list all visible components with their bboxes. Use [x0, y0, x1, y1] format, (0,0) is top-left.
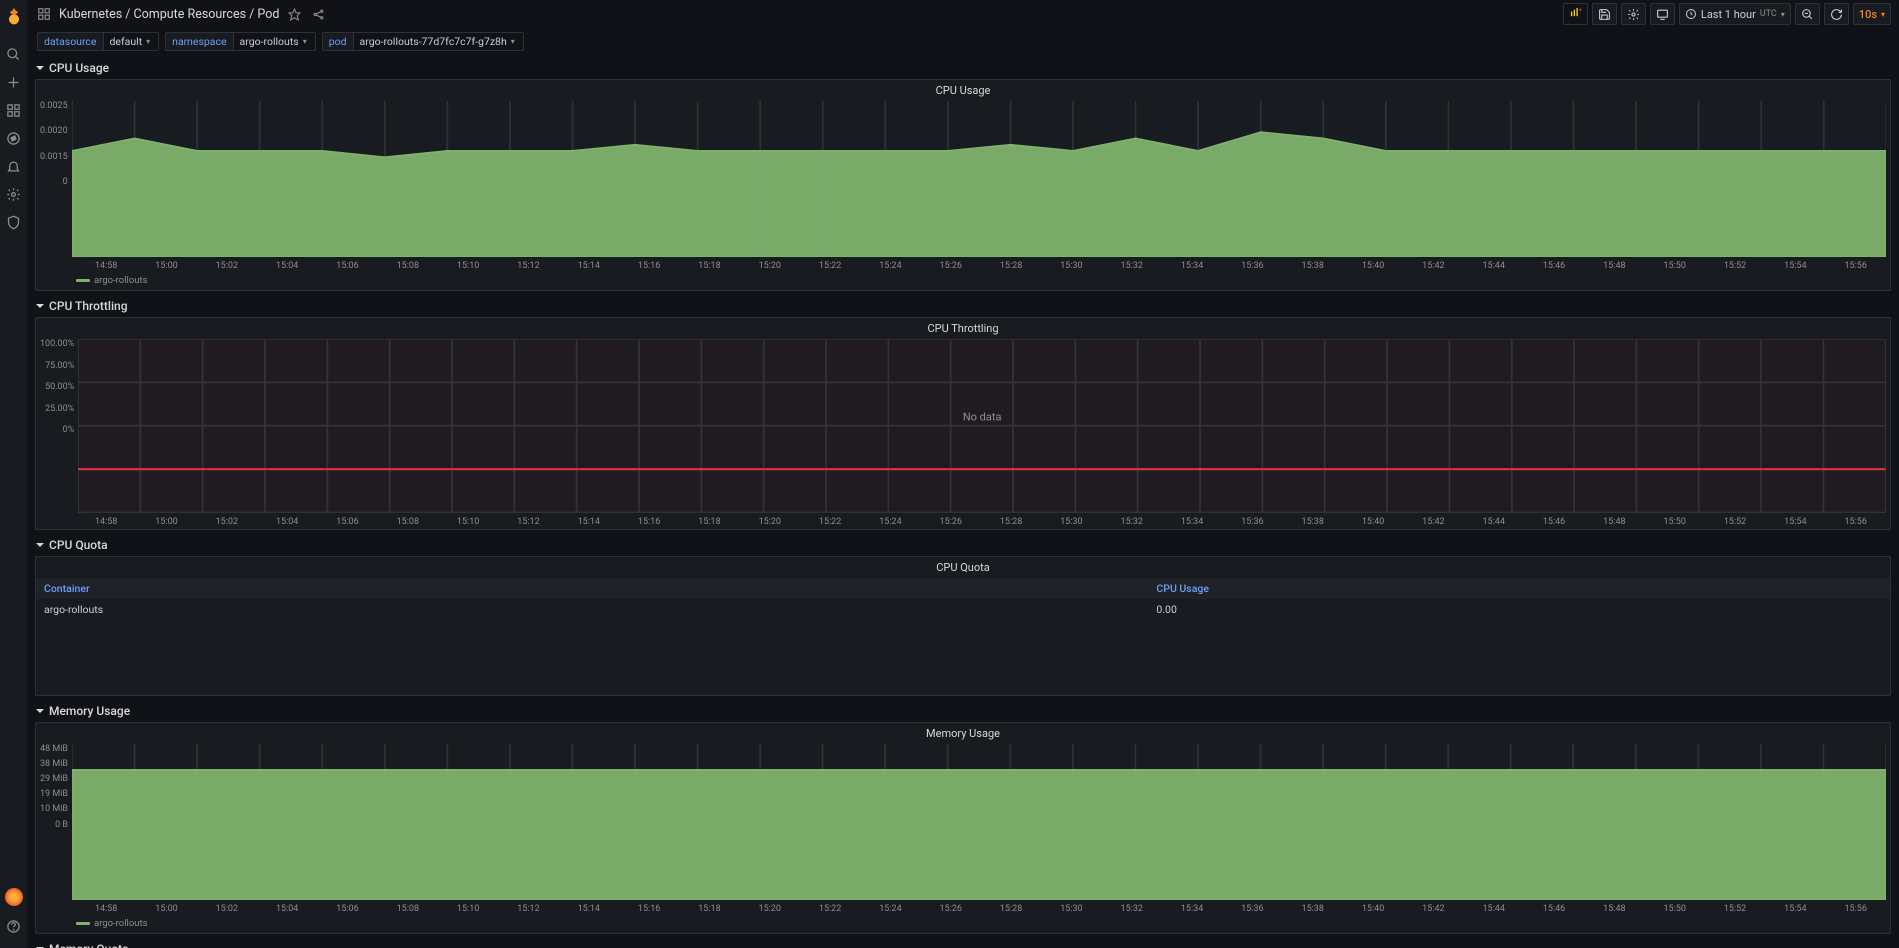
template-variables: datasource default▾ namespace argo-rollo… — [27, 28, 1899, 55]
panel-cpu-quota[interactable]: CPU Quota Container CPU Usage argo-rollo… — [35, 556, 1891, 696]
var-pod-label: pod — [322, 32, 353, 51]
legend: argo-rollouts — [36, 916, 1890, 933]
tz-label: UTC — [1760, 9, 1777, 19]
topbar: Kubernetes / Compute Resources / Pod + L… — [27, 0, 1899, 28]
y-axis: 100.00% 75.00% 50.00% 25.00% 0% — [40, 339, 78, 435]
svg-text:+: + — [1579, 8, 1582, 14]
settings-button[interactable] — [1621, 3, 1646, 25]
td-cpu-usage: 0.00 — [1148, 599, 1890, 620]
plot-area[interactable]: No data — [78, 339, 1886, 513]
var-pod-value[interactable]: argo-rollouts-77d7fc7c7f-g7z8h▾ — [353, 32, 524, 51]
var-namespace-value[interactable]: argo-rollouts▾ — [233, 32, 316, 51]
breadcrumb[interactable]: Kubernetes / Compute Resources / Pod — [59, 7, 279, 22]
plot-area[interactable] — [72, 101, 1886, 257]
time-picker[interactable]: Last 1 hour UTC ▾ — [1679, 3, 1791, 25]
var-namespace-label: namespace — [165, 32, 232, 51]
legend-swatch — [76, 922, 90, 925]
plot-area[interactable] — [72, 744, 1886, 900]
grafana-logo[interactable] — [4, 6, 24, 26]
tv-mode-button[interactable] — [1650, 3, 1675, 25]
zoom-out-button[interactable] — [1795, 3, 1820, 25]
share-icon[interactable] — [309, 5, 327, 23]
panel-title: CPU Usage — [36, 80, 1890, 101]
add-panel-button[interactable]: + — [1563, 3, 1588, 25]
x-axis: 14:5815:0015:0215:0415:0615:0815:1015:12… — [36, 515, 1890, 529]
th-cpu-usage[interactable]: CPU Usage — [1148, 578, 1890, 599]
th-container[interactable]: Container — [36, 578, 1148, 599]
nav-sidebar — [0, 0, 27, 948]
gear-icon[interactable] — [4, 184, 24, 204]
search-icon[interactable] — [4, 44, 24, 64]
plus-icon[interactable] — [4, 72, 24, 92]
panel-title: Memory Usage — [36, 723, 1890, 744]
panel-title: CPU Throttling — [36, 318, 1890, 339]
y-axis: 48 MiB 38 MiB 29 MiB 19 MiB 10 MiB 0 B — [40, 744, 72, 830]
legend: argo-rollouts — [36, 273, 1890, 290]
x-axis: 14:5815:0015:0215:0415:0615:0815:1015:12… — [36, 259, 1890, 273]
td-container: argo-rollouts — [36, 599, 1148, 620]
dashboards-icon[interactable] — [4, 100, 24, 120]
row-memory-quota[interactable]: Memory Quota — [35, 936, 1891, 948]
help-icon[interactable] — [4, 916, 24, 936]
save-button[interactable] — [1592, 3, 1617, 25]
panel-cpu-throttling[interactable]: CPU Throttling 100.00% 75.00% 50.00% 25.… — [35, 317, 1891, 530]
y-axis: 0.0025 0.0020 0.0015 0 — [40, 101, 72, 187]
var-datasource-label: datasource — [37, 32, 103, 51]
refresh-interval[interactable]: 10s▾ — [1853, 3, 1891, 25]
refresh-button[interactable] — [1824, 3, 1849, 25]
alerting-icon[interactable] — [4, 156, 24, 176]
row-cpu-usage[interactable]: CPU Usage — [35, 55, 1891, 79]
row-cpu-quota[interactable]: CPU Quota — [35, 532, 1891, 556]
user-avatar[interactable] — [5, 888, 23, 906]
table-row: argo-rollouts 0.00 — [36, 599, 1890, 620]
row-cpu-throttling[interactable]: CPU Throttling — [35, 293, 1891, 317]
legend-swatch — [76, 279, 90, 282]
table-header: Container CPU Usage — [36, 578, 1890, 599]
panel-memory-usage[interactable]: Memory Usage 48 MiB 38 MiB 29 MiB 19 MiB… — [35, 722, 1891, 934]
shield-icon[interactable] — [4, 212, 24, 232]
explore-icon[interactable] — [4, 128, 24, 148]
x-axis: 14:5815:0015:0215:0415:0615:0815:1015:12… — [36, 902, 1890, 916]
no-data-label: No data — [963, 411, 1002, 424]
row-memory-usage[interactable]: Memory Usage — [35, 698, 1891, 722]
star-icon[interactable] — [285, 5, 303, 23]
panel-title: CPU Quota — [36, 557, 1890, 578]
panel-icon[interactable] — [35, 5, 53, 23]
time-range-label: Last 1 hour — [1701, 8, 1756, 21]
var-datasource-value[interactable]: default▾ — [103, 32, 160, 51]
panel-cpu-usage[interactable]: CPU Usage 0.0025 0.0020 0.0015 0 14:5815… — [35, 79, 1891, 291]
